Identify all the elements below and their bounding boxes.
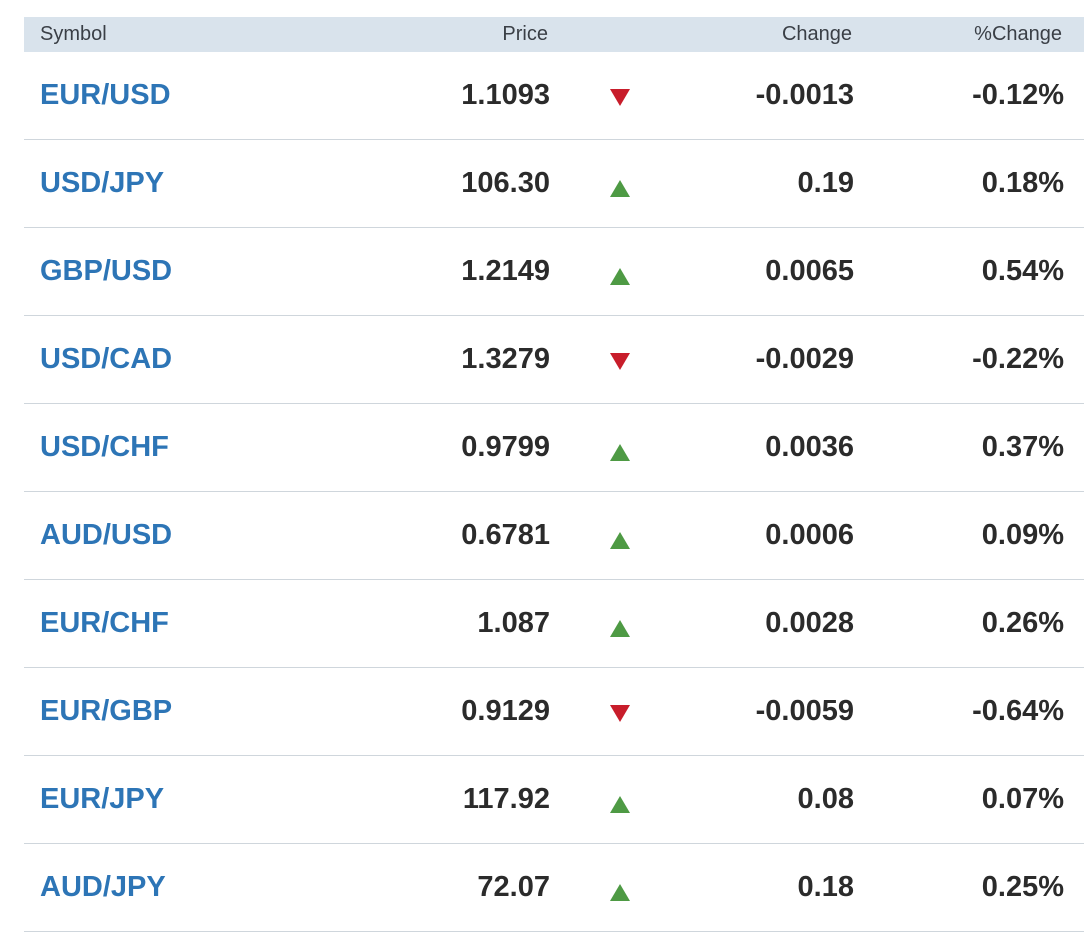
table-header: Symbol Price Change %Change (24, 17, 1084, 52)
table-row: AUD/USD 0.6781 0.0006 0.09% (24, 492, 1084, 580)
price-value: 0.9129 (461, 695, 550, 727)
table-row: EUR/JPY 117.92 0.08 0.07% (24, 756, 1084, 844)
up-arrow-icon (610, 180, 630, 197)
up-arrow-icon (610, 796, 630, 813)
down-arrow-icon (610, 705, 630, 722)
up-arrow-icon (610, 268, 630, 285)
change-value: 0.19 (797, 167, 854, 199)
symbol-link[interactable]: AUD/USD (40, 492, 172, 579)
pct-change-value: -0.12% (972, 79, 1064, 111)
table-row: GBP/USD 1.2149 0.0065 0.54% (24, 228, 1084, 316)
pct-change-value: 0.18% (981, 167, 1064, 199)
column-header-pct-change[interactable]: %Change (974, 17, 1062, 52)
up-arrow-icon (610, 620, 630, 637)
pct-change-value: 0.54% (981, 255, 1064, 287)
price-value: 0.6781 (461, 519, 550, 551)
symbol-link[interactable]: EUR/USD (40, 52, 171, 139)
table-row: USD/CAD 1.3279 -0.0029 -0.22% (24, 316, 1084, 404)
change-value: 0.0028 (765, 607, 854, 639)
price-value: 1.2149 (461, 255, 550, 287)
symbol-link[interactable]: EUR/JPY (40, 756, 164, 843)
symbol-link[interactable]: EUR/CHF (40, 580, 169, 667)
table-row: EUR/GBP 0.9129 -0.0059 -0.64% (24, 668, 1084, 756)
table-row: USD/CHF 0.9799 0.0036 0.37% (24, 404, 1084, 492)
price-value: 1.3279 (461, 343, 550, 375)
price-value: 0.9799 (461, 431, 550, 463)
change-value: 0.0036 (765, 431, 854, 463)
change-value: 0.0006 (765, 519, 854, 551)
down-arrow-icon (610, 353, 630, 370)
up-arrow-icon (610, 444, 630, 461)
table-row: USD/JPY 106.30 0.19 0.18% (24, 140, 1084, 228)
pct-change-value: 0.26% (981, 607, 1064, 639)
price-value: 1.087 (477, 607, 550, 639)
change-value: 0.08 (797, 783, 854, 815)
pct-change-value: -0.22% (972, 343, 1064, 375)
symbol-link[interactable]: USD/CAD (40, 316, 172, 403)
pct-change-value: 0.37% (981, 431, 1064, 463)
pct-change-value: 0.25% (981, 871, 1064, 903)
pct-change-value: 0.09% (981, 519, 1064, 551)
price-value: 72.07 (477, 871, 550, 903)
price-value: 117.92 (462, 783, 550, 815)
symbol-link[interactable]: USD/CHF (40, 404, 169, 491)
table-row: AUD/JPY 72.07 0.18 0.25% (24, 844, 1084, 932)
column-header-change[interactable]: Change (782, 17, 852, 52)
currency-quote-table: Symbol Price Change %Change EUR/USD 1.109… (24, 17, 1084, 932)
table-body: EUR/USD 1.1093 -0.0013 -0.12% USD/JPY 106.30 0… (24, 52, 1084, 932)
price-value: 1.1093 (461, 79, 550, 111)
symbol-link[interactable]: GBP/USD (40, 228, 172, 315)
column-header-price[interactable]: Price (502, 17, 548, 52)
table-row: EUR/CHF 1.087 0.0028 0.26% (24, 580, 1084, 668)
pct-change-value: 0.07% (981, 783, 1064, 815)
down-arrow-icon (610, 89, 630, 106)
symbol-link[interactable]: AUD/JPY (40, 844, 166, 931)
change-value: -0.0059 (755, 695, 854, 727)
symbol-link[interactable]: EUR/GBP (40, 668, 172, 755)
up-arrow-icon (610, 884, 630, 901)
change-value: 0.0065 (765, 255, 854, 287)
change-value: -0.0013 (755, 79, 854, 111)
change-value: 0.18 (797, 871, 854, 903)
change-value: -0.0029 (755, 343, 854, 375)
column-header-symbol[interactable]: Symbol (40, 17, 107, 52)
up-arrow-icon (610, 532, 630, 549)
symbol-link[interactable]: USD/JPY (40, 140, 164, 227)
price-value: 106.30 (461, 167, 550, 199)
table-row: EUR/USD 1.1093 -0.0013 -0.12% (24, 52, 1084, 140)
pct-change-value: -0.64% (972, 695, 1064, 727)
